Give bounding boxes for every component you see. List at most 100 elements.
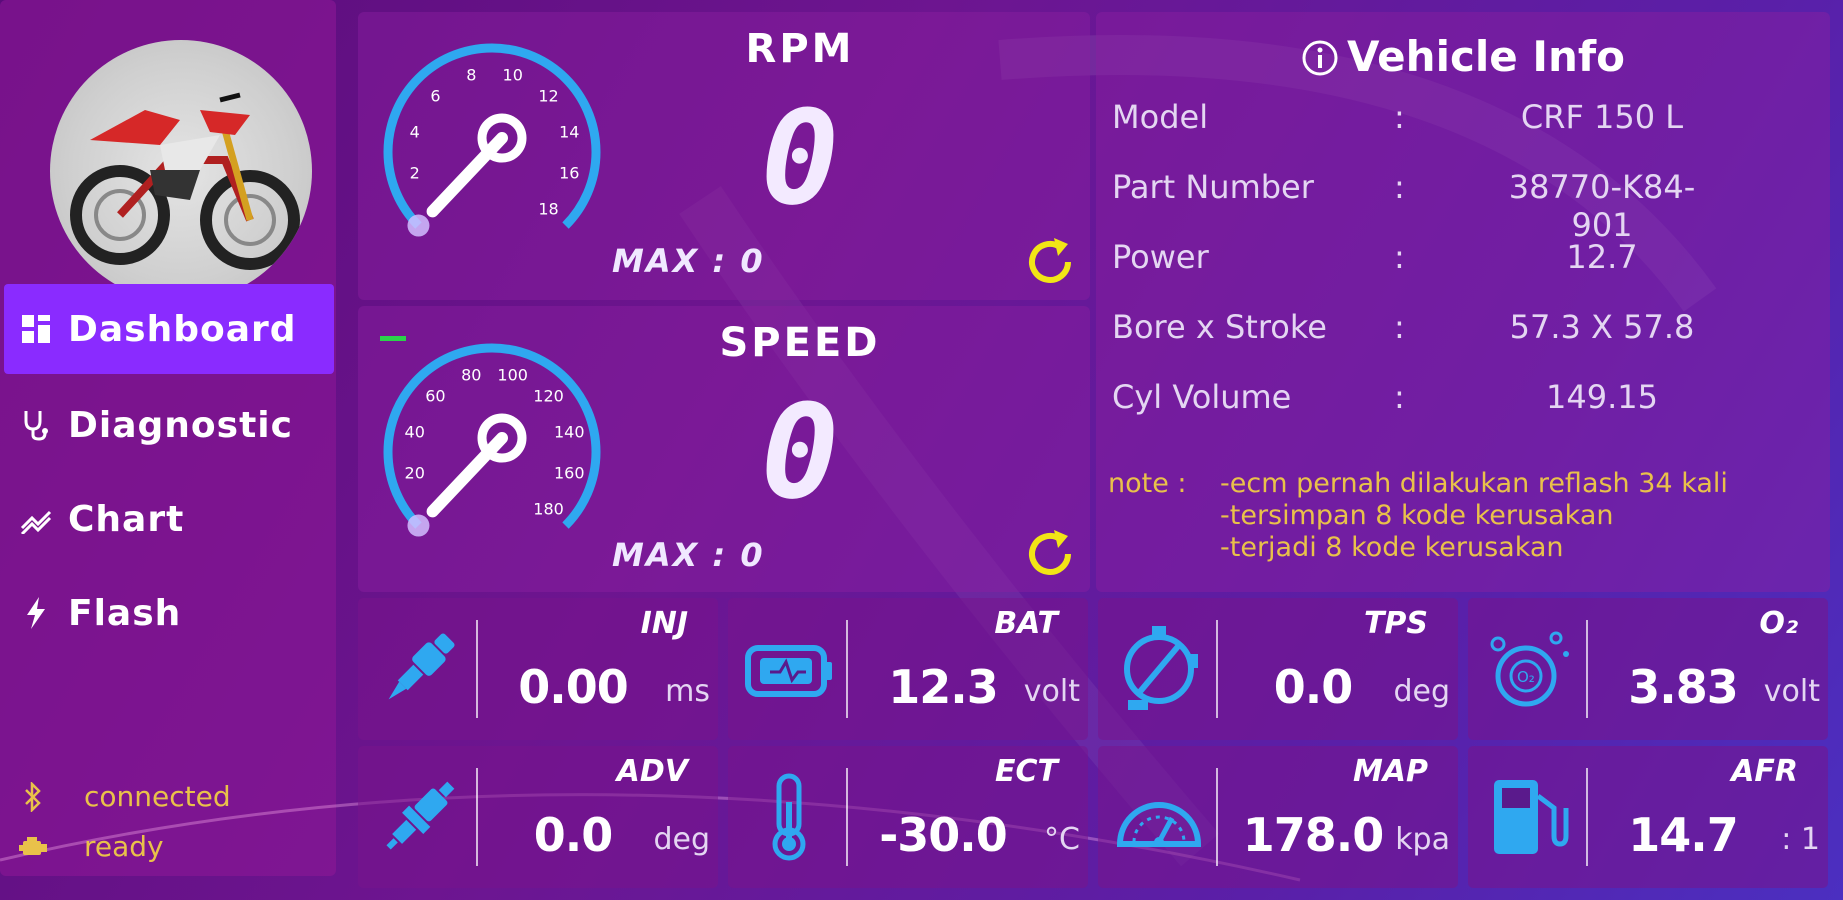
note-label: note : <box>1108 468 1187 499</box>
pressure-gauge-icon <box>1116 802 1202 847</box>
speed-tick-label: 160 <box>554 464 585 483</box>
sensor-value: 178.0 <box>1242 808 1385 862</box>
stethoscope-icon <box>18 407 54 443</box>
sensor-unit: volt <box>1023 674 1080 709</box>
vehicle-info-panel: Vehicle Info Model : CRF 150 L Part Numb… <box>1096 12 1830 592</box>
sensor-unit: deg <box>1393 674 1450 709</box>
sensor-value: 0.0 <box>533 808 614 862</box>
card-divider <box>1586 768 1588 866</box>
info-key: Part Number <box>1112 168 1314 206</box>
nav-flash-label: Flash <box>68 592 182 634</box>
sensor-title: BAT <box>994 606 1058 641</box>
bluetooth-icon <box>18 781 48 812</box>
nav-flash[interactable]: Flash <box>4 568 334 658</box>
sensor-title: TPS <box>1363 606 1428 641</box>
sensor-value: 0.0 <box>1273 660 1354 714</box>
nav-diagnostic-label: Diagnostic <box>68 404 293 446</box>
card-divider <box>846 620 848 718</box>
rpm-refresh-icon[interactable] <box>1020 232 1080 292</box>
nav-diagnostic[interactable]: Diagnostic <box>4 380 334 470</box>
speed-tick-label: 120 <box>533 386 564 405</box>
card-divider <box>476 620 478 718</box>
sensor-card-map: MAP 178.0 kpa <box>1098 746 1458 888</box>
sensor-value: 12.3 <box>888 660 999 714</box>
svg-text:O₂: O₂ <box>1517 668 1535 686</box>
injector-icon <box>388 633 455 700</box>
engine-icon <box>18 835 48 859</box>
nav-dashboard[interactable]: Dashboard <box>4 284 334 374</box>
rpm-panel: 024681012141618 RPM 0 MAX : 0 <box>358 12 1090 300</box>
speed-tick-label: 20 <box>405 464 425 483</box>
rpm-title: RPM <box>745 26 855 72</box>
rpm-value: 0 <box>760 82 840 234</box>
info-colon: : <box>1394 378 1405 416</box>
sensor-value: 14.7 <box>1628 808 1739 862</box>
note-line: -ecm pernah dilakukan reflash 34 kali <box>1220 468 1728 499</box>
speed-tick-label: 140 <box>554 422 585 441</box>
card-divider <box>846 768 848 866</box>
lightning-icon <box>18 595 54 631</box>
rpm-tick-label: 16 <box>559 164 579 183</box>
status-ready: ready <box>18 830 164 863</box>
info-colon: : <box>1394 238 1405 276</box>
speed-tick-label: 40 <box>405 422 425 441</box>
vehicle-avatar <box>50 40 312 302</box>
vehicle-info-heading: Vehicle Info <box>1096 32 1830 81</box>
rpm-tick-label: 6 <box>430 86 440 105</box>
dashboard-grid-icon <box>18 311 54 347</box>
nav-chart-label: Chart <box>68 498 185 540</box>
speed-tick-label: 180 <box>533 500 564 519</box>
sensor-card-inj: INJ 0.00 ms <box>358 598 718 740</box>
info-value: 149.15 <box>1546 378 1658 416</box>
nav-dashboard-label: Dashboard <box>68 308 297 350</box>
sensor-unit: °C <box>1044 822 1080 857</box>
info-key: Model <box>1112 98 1209 136</box>
motorcycle-image <box>70 92 300 270</box>
sensor-value: 3.83 <box>1628 660 1739 714</box>
card-divider <box>1586 620 1588 718</box>
info-value: 57.3 X 57.8 <box>1509 308 1695 346</box>
note-line: -terjadi 8 kode kerusakan <box>1220 532 1564 563</box>
sensor-title: AFR <box>1731 754 1798 789</box>
card-divider <box>1216 620 1218 718</box>
speed-value: 0 <box>760 376 840 528</box>
card-divider <box>476 768 478 866</box>
speed-refresh-icon[interactable] <box>1020 524 1080 584</box>
sensor-title: ADV <box>616 754 688 789</box>
sensor-title: ECT <box>995 754 1058 789</box>
sensor-unit: deg <box>653 822 710 857</box>
info-colon: : <box>1394 98 1405 136</box>
speed-title: SPEED <box>719 320 881 366</box>
sensor-title: INJ <box>640 606 688 641</box>
info-value: 12.7 <box>1566 238 1638 276</box>
info-value: CRF 150 L <box>1520 98 1684 136</box>
rpm-tick-label: 18 <box>538 200 558 219</box>
speed-panel: 020406080100120140160180 SPEED 0 MAX : 0 <box>358 306 1090 592</box>
info-icon <box>1302 40 1338 76</box>
speed-level-dot <box>407 514 430 537</box>
info-key: Cyl Volume <box>1112 378 1292 416</box>
card-divider <box>1216 768 1218 866</box>
rpm-max: MAX : 0 <box>612 242 765 280</box>
fuel-pump-icon <box>1494 780 1569 854</box>
info-key: Bore x Stroke <box>1112 308 1327 346</box>
sensor-card-tps: TPS 0.0 deg <box>1098 598 1458 740</box>
rpm-level-dot <box>407 214 430 237</box>
speed-max: MAX : 0 <box>612 536 765 574</box>
sensor-card-o2: O₂ O₂ 3.83 volt <box>1468 598 1828 740</box>
sensor-unit: kpa <box>1395 822 1450 857</box>
info-key: Power <box>1112 238 1209 276</box>
rpm-tick-label: 12 <box>538 86 558 105</box>
speed-needle <box>426 432 508 518</box>
spark-plug-icon <box>386 781 455 850</box>
sensor-card-adv: ADV 0.0 deg <box>358 746 718 888</box>
speed-tick-label: 60 <box>425 386 445 405</box>
rpm-tick-label: 14 <box>559 122 579 141</box>
sensor-title: MAP <box>1352 754 1428 789</box>
speed-tick-label: 80 <box>461 366 481 385</box>
sensor-card-bat: BAT 12.3 volt <box>728 598 1088 740</box>
sensor-title: O₂ <box>1759 606 1798 641</box>
rpm-needle <box>426 132 508 218</box>
sensor-value: 0.00 <box>518 660 629 714</box>
nav-chart[interactable]: Chart <box>4 474 334 564</box>
